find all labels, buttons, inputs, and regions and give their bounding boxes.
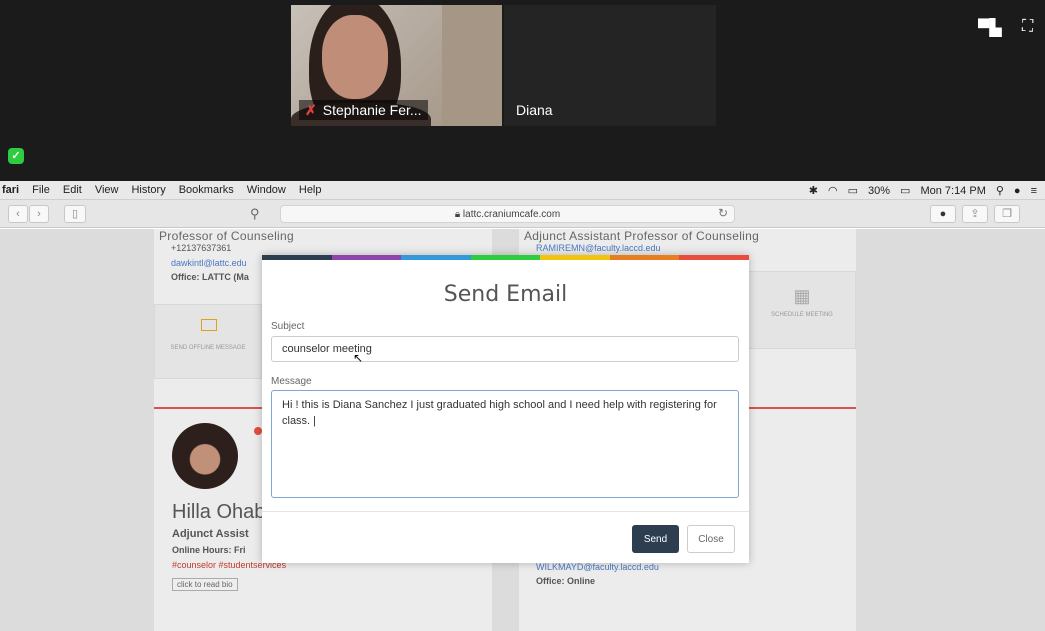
wifi-icon[interactable]: ◠	[828, 184, 838, 197]
counselor-title: Adjunct Assist	[172, 528, 249, 540]
siri-icon[interactable]: ●	[1014, 185, 1021, 197]
send-email-modal: Send Email Subject ↖ Message Hi ! this i…	[262, 255, 750, 563]
airplay-icon[interactable]: ▭	[848, 184, 858, 197]
spotlight-icon[interactable]: ⚲	[996, 184, 1004, 197]
avatar	[172, 423, 238, 489]
zoom-video-bar: ✗ Stephanie Fer... Diana ▀▙ ⛶ ✓	[0, 0, 1045, 181]
calendar-icon: ▦	[793, 286, 811, 306]
participant-video-face	[322, 15, 388, 99]
status-dot	[254, 427, 262, 435]
mic-muted-icon: ✗	[305, 101, 317, 118]
send-button[interactable]: Send	[632, 525, 679, 553]
menu-edit[interactable]: Edit	[63, 184, 82, 196]
fullscreen-icon[interactable]: ⛶	[1022, 18, 1033, 36]
subject-label: Subject	[271, 321, 305, 332]
counselor-hours: Online Hours: Fri	[172, 545, 246, 555]
schedule-meeting-button[interactable]: ▦ SCHEDULE MEETING	[748, 271, 856, 349]
menu-help[interactable]: Help	[299, 184, 322, 196]
video-tile-self[interactable]: ✗ Stephanie Fer...	[291, 5, 502, 126]
participant-name-tag: Diana	[510, 100, 559, 120]
sidebar-icon[interactable]: ▯	[64, 205, 86, 223]
color-accent-bar	[262, 255, 750, 260]
counselor-title: Adjunct Assistant Professor of Counselin…	[524, 229, 760, 243]
counselor-office: Office: Online	[536, 576, 596, 586]
counselor-title: Professor of Counseling	[159, 229, 294, 243]
menu-window[interactable]: Window	[247, 184, 286, 196]
browser-toolbar: ‹ › ▯ ⚲ 🔒︎ lattc.craniumcafe.com ↻ ● ⇪ ❐	[0, 200, 1045, 228]
subject-input[interactable]	[271, 336, 739, 362]
counselor-email[interactable]: RAMIREMN@faculty.laccd.edu	[536, 243, 661, 253]
video-background	[442, 5, 502, 126]
message-textarea[interactable]: Hi ! this is Diana Sanchez I just gradua…	[271, 390, 739, 498]
message-label: Message	[271, 376, 312, 387]
menu-view[interactable]: View	[95, 184, 119, 196]
address-bar[interactable]: 🔒︎ lattc.craniumcafe.com	[280, 205, 735, 223]
security-shield-icon[interactable]: ✓	[8, 148, 24, 164]
mac-menubar: fari File Edit View History Bookmarks Wi…	[0, 181, 1045, 200]
reload-icon[interactable]: ↻	[718, 206, 728, 220]
tabs-icon[interactable]: ❐	[994, 205, 1020, 223]
participant-name: Stephanie Fer...	[322, 102, 422, 118]
battery-percent[interactable]: 30%	[868, 185, 890, 197]
action-label: SEND OFFLINE MESSAGE	[170, 345, 246, 351]
search-icon[interactable]: ⚲	[250, 206, 260, 222]
envelope-icon	[201, 319, 217, 331]
bluetooth-icon[interactable]: ✱	[809, 184, 818, 197]
menu-history[interactable]: History	[131, 184, 165, 196]
participant-name-tag: ✗ Stephanie Fer...	[299, 100, 428, 120]
battery-icon: ▭	[900, 185, 911, 197]
modal-footer: Send Close	[262, 511, 749, 563]
read-bio-button[interactable]: click to read bio	[172, 578, 238, 591]
action-label: SCHEDULE MEETING	[771, 312, 833, 318]
video-tile-other[interactable]: Diana	[504, 5, 716, 126]
participant-name: Diana	[516, 102, 553, 118]
send-offline-message-button[interactable]: SEND OFFLINE MESSAGE	[154, 304, 262, 379]
counselor-email[interactable]: WILKMAYD@faculty.laccd.edu	[536, 562, 659, 572]
clock[interactable]: Mon 7:14 PM	[920, 185, 985, 197]
back-button[interactable]: ‹	[8, 205, 28, 223]
counselor-email[interactable]: dawkintl@lattc.edu	[171, 258, 247, 268]
url-text: lattc.craniumcafe.com	[462, 209, 561, 220]
counselor-office: Office: LATTC (Ma	[171, 272, 249, 282]
mouse-cursor-icon: ↖	[353, 351, 364, 365]
view-switch-icon[interactable]: ▀▙	[978, 18, 1002, 38]
share-icon[interactable]: ⇪	[962, 205, 988, 223]
forward-button[interactable]: ›	[29, 205, 49, 223]
menu-app[interactable]: fari	[2, 184, 19, 196]
menu-bookmarks[interactable]: Bookmarks	[179, 184, 234, 196]
counselor-phone: +12137637361	[171, 243, 232, 253]
notification-center-icon[interactable]: ≡	[1031, 185, 1037, 197]
counselor-name: Hilla Ohab	[172, 501, 266, 523]
modal-title: Send Email	[443, 282, 568, 307]
close-button[interactable]: Close	[687, 525, 735, 553]
lock-icon: 🔒︎	[454, 209, 461, 220]
menu-file[interactable]: File	[32, 184, 50, 196]
extension-icon[interactable]: ●	[930, 205, 956, 223]
